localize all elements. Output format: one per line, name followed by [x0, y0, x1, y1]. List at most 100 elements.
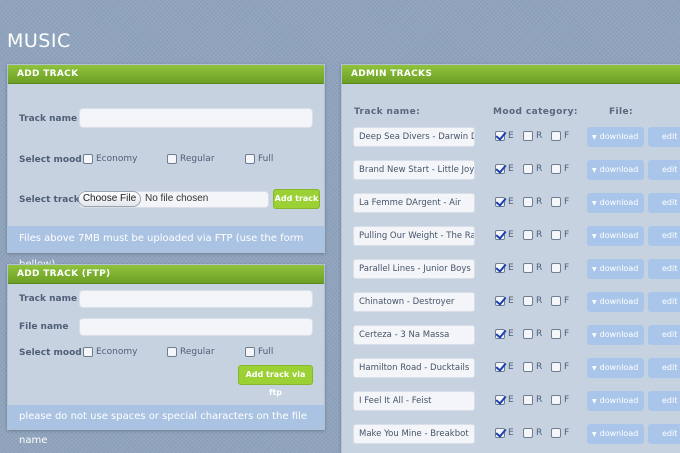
checkbox-box[interactable] [551, 197, 561, 207]
mood-f-checkbox[interactable]: F [551, 263, 569, 273]
checkbox-box[interactable] [523, 296, 533, 306]
track-name-field[interactable]: Hamilton Road - Ducktails [353, 358, 475, 378]
checkbox-box[interactable] [495, 263, 505, 273]
edit-button[interactable]: edit [648, 325, 680, 345]
edit-button[interactable]: edit [648, 391, 680, 411]
checkbox-box[interactable] [551, 329, 561, 339]
mood-r-checkbox[interactable]: R [523, 296, 542, 306]
download-button[interactable]: ▼ download [587, 292, 644, 312]
edit-button[interactable]: edit [648, 259, 680, 279]
download-button[interactable]: ▼ download [587, 226, 644, 246]
mood-f-checkbox[interactable]: F [551, 197, 569, 207]
choose-file-button[interactable]: Choose File [78, 191, 141, 207]
ftp-mood-full-checkbox[interactable]: Full [245, 347, 273, 357]
checkbox-box[interactable] [551, 263, 561, 273]
download-button[interactable]: ▼ download [587, 325, 644, 345]
mood-r-checkbox[interactable]: R [523, 428, 542, 438]
download-button[interactable]: ▼ download [587, 160, 644, 180]
edit-button[interactable]: edit [648, 292, 680, 312]
ftp-mood-economy-checkbox[interactable]: Economy [83, 347, 137, 357]
checkbox-box[interactable] [523, 362, 533, 372]
mood-e-checkbox[interactable]: E [495, 230, 514, 240]
track-name-field[interactable]: Pulling Our Weight - The Radio Dept. [353, 226, 475, 246]
download-button[interactable]: ▼ download [587, 193, 644, 213]
mood-regular-checkbox[interactable]: Regular [167, 154, 215, 164]
download-button[interactable]: ▼ download [587, 259, 644, 279]
mood-r-checkbox[interactable]: R [523, 395, 542, 405]
checkbox-box[interactable] [523, 329, 533, 339]
checkbox-box[interactable] [495, 131, 505, 141]
checkbox-box[interactable] [245, 347, 255, 357]
checkbox-box[interactable] [495, 329, 505, 339]
add-track-button[interactable]: Add track [273, 189, 320, 209]
mood-r-checkbox[interactable]: R [523, 362, 542, 372]
checkbox-box[interactable] [495, 428, 505, 438]
mood-e-checkbox[interactable]: E [495, 263, 514, 273]
checkbox-box[interactable] [167, 154, 177, 164]
checkbox-box[interactable] [523, 197, 533, 207]
checkbox-box[interactable] [495, 164, 505, 174]
add-track-via-ftp-button[interactable]: Add track via ftp [238, 365, 313, 397]
checkbox-box[interactable] [83, 347, 93, 357]
mood-e-checkbox[interactable]: E [495, 131, 514, 141]
checkbox-box[interactable] [551, 428, 561, 438]
track-name-input[interactable] [79, 108, 313, 128]
checkbox-box[interactable] [495, 197, 505, 207]
download-button[interactable]: ▼ download [587, 358, 644, 378]
mood-f-checkbox[interactable]: F [551, 296, 569, 306]
mood-e-checkbox[interactable]: E [495, 395, 514, 405]
mood-e-checkbox[interactable]: E [495, 362, 514, 372]
track-name-field[interactable]: Make You Mine - Breakbot [353, 424, 475, 444]
mood-f-checkbox[interactable]: F [551, 164, 569, 174]
mood-r-checkbox[interactable]: R [523, 197, 542, 207]
checkbox-box[interactable] [551, 395, 561, 405]
track-name-field[interactable]: La Femme DArgent - Air [353, 193, 475, 213]
edit-button[interactable]: edit [648, 226, 680, 246]
track-name-field[interactable]: I Feel It All - Feist [353, 391, 475, 411]
ftp-mood-regular-checkbox[interactable]: Regular [167, 347, 215, 357]
checkbox-box[interactable] [495, 296, 505, 306]
download-button[interactable]: ▼ download [587, 391, 644, 411]
track-name-field[interactable]: Brand New Start - Little Joy [353, 160, 475, 180]
mood-e-checkbox[interactable]: E [495, 197, 514, 207]
mood-r-checkbox[interactable]: R [523, 131, 542, 141]
track-name-field[interactable]: Parallel Lines - Junior Boys [353, 259, 475, 279]
edit-button[interactable]: edit [648, 424, 680, 444]
checkbox-box[interactable] [523, 131, 533, 141]
checkbox-box[interactable] [495, 230, 505, 240]
mood-e-checkbox[interactable]: E [495, 164, 514, 174]
edit-button[interactable]: edit [648, 127, 680, 147]
checkbox-box[interactable] [523, 395, 533, 405]
mood-f-checkbox[interactable]: F [551, 395, 569, 405]
mood-f-checkbox[interactable]: F [551, 362, 569, 372]
checkbox-box[interactable] [523, 230, 533, 240]
checkbox-box[interactable] [551, 296, 561, 306]
ftp-track-name-input[interactable] [79, 290, 313, 308]
checkbox-box[interactable] [245, 154, 255, 164]
track-name-field[interactable]: Chinatown - Destroyer [353, 292, 475, 312]
mood-r-checkbox[interactable]: R [523, 230, 542, 240]
checkbox-box[interactable] [495, 395, 505, 405]
mood-economy-checkbox[interactable]: Economy [83, 154, 137, 164]
mood-f-checkbox[interactable]: F [551, 131, 569, 141]
checkbox-box[interactable] [523, 164, 533, 174]
ftp-file-name-input[interactable] [79, 318, 313, 336]
checkbox-box[interactable] [167, 347, 177, 357]
mood-full-checkbox[interactable]: Full [245, 154, 273, 164]
mood-r-checkbox[interactable]: R [523, 329, 542, 339]
mood-e-checkbox[interactable]: E [495, 428, 514, 438]
track-name-field[interactable]: Certeza - 3 Na Massa [353, 325, 475, 345]
checkbox-box[interactable] [523, 428, 533, 438]
mood-r-checkbox[interactable]: R [523, 263, 542, 273]
mood-f-checkbox[interactable]: F [551, 329, 569, 339]
edit-button[interactable]: edit [648, 358, 680, 378]
edit-button[interactable]: edit [648, 160, 680, 180]
checkbox-box[interactable] [495, 362, 505, 372]
edit-button[interactable]: edit [648, 193, 680, 213]
checkbox-box[interactable] [551, 230, 561, 240]
mood-e-checkbox[interactable]: E [495, 329, 514, 339]
checkbox-box[interactable] [523, 263, 533, 273]
track-name-field[interactable]: Deep Sea Divers - Darwin Deez [353, 127, 475, 147]
mood-f-checkbox[interactable]: F [551, 230, 569, 240]
checkbox-box[interactable] [551, 362, 561, 372]
